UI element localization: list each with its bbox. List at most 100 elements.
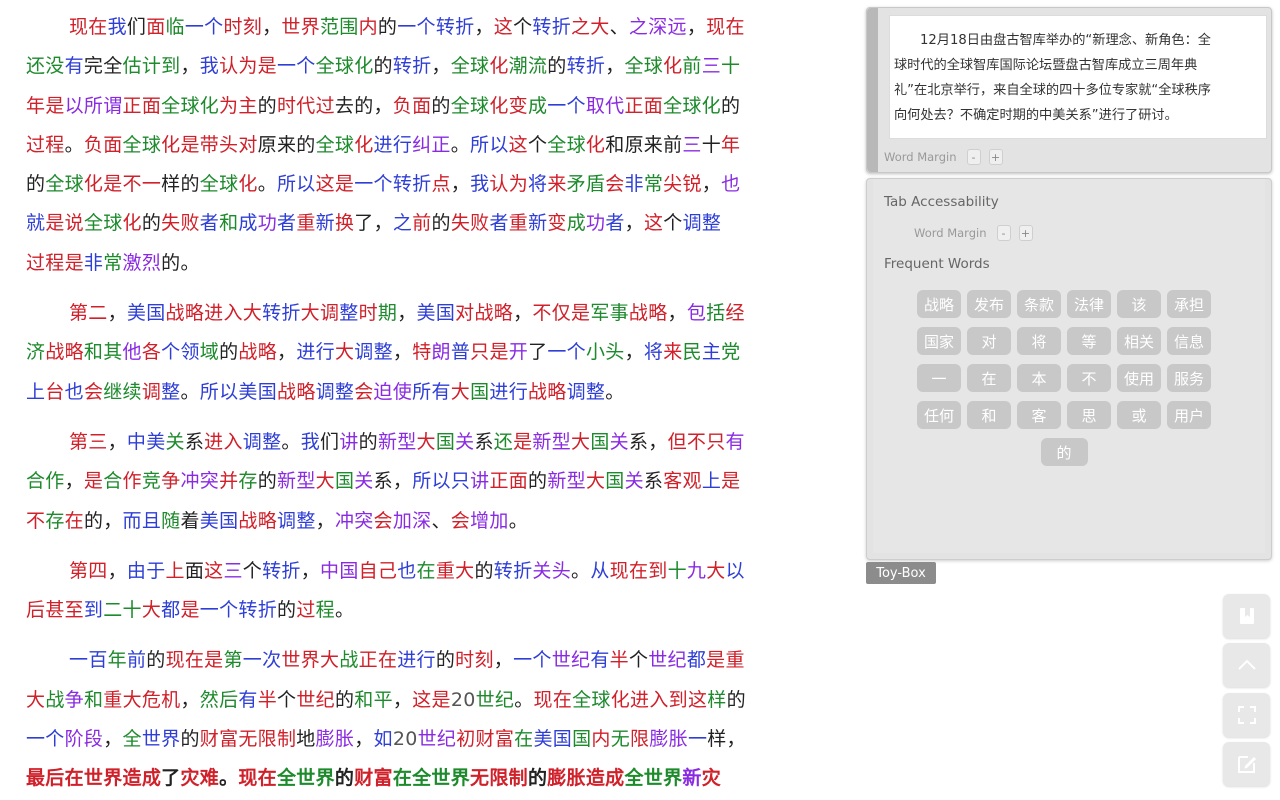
word-token: 最后 bbox=[26, 767, 65, 790]
word-token: ， bbox=[262, 16, 282, 38]
word-token: 新型 bbox=[547, 470, 586, 493]
frequent-word-chip[interactable]: 将 bbox=[1017, 327, 1061, 355]
word-token: 讲 bbox=[470, 470, 490, 493]
word-token: 制 bbox=[276, 728, 297, 751]
word-margin-increase-button[interactable]: + bbox=[988, 149, 1003, 165]
word-token: 功 bbox=[257, 212, 278, 235]
frequent-word-chip[interactable]: 在 bbox=[967, 364, 1011, 392]
frequent-word-chip[interactable]: 等 bbox=[1067, 327, 1111, 355]
article-line: 年是以所谓正面全球化为主的时代过去的，负面的全球化变成一个取代正面全球化的 bbox=[26, 87, 823, 126]
word-margin-decrease-button[interactable]: - bbox=[966, 149, 981, 165]
frequent-word-chip[interactable]: 任何 bbox=[917, 401, 961, 429]
frequent-word-chip[interactable]: 法律 bbox=[1067, 290, 1111, 318]
word-token: 全 bbox=[122, 728, 142, 751]
word-token: 二十 bbox=[103, 599, 142, 622]
word-token: 是 bbox=[431, 688, 451, 711]
word-token: 大 bbox=[585, 470, 606, 493]
frequent-word-chip[interactable]: 的 bbox=[1040, 438, 1088, 466]
frequent-word-chip[interactable]: 承担 bbox=[1167, 290, 1211, 318]
frequent-word-chip[interactable]: 客 bbox=[1017, 401, 1061, 429]
word-token: 而 bbox=[122, 509, 142, 532]
word-token: 年 bbox=[26, 94, 46, 117]
word-token: 美国 bbox=[126, 302, 166, 325]
frequent-word-chip[interactable]: 对 bbox=[967, 327, 1011, 355]
card-stripe bbox=[867, 8, 878, 172]
frequent-word-chip[interactable]: 一 bbox=[917, 364, 961, 392]
frequent-word-chip[interactable]: 用户 bbox=[1167, 401, 1211, 429]
word-token: 会 bbox=[605, 173, 625, 196]
frequent-word-chip[interactable]: 信息 bbox=[1167, 327, 1211, 355]
word-token: 现在 bbox=[165, 649, 205, 672]
frequent-word-chip[interactable]: 或 bbox=[1117, 401, 1161, 429]
word-token: 增加 bbox=[470, 509, 509, 532]
word-token: 内 bbox=[591, 728, 611, 751]
scroll-top-button[interactable] bbox=[1223, 643, 1270, 687]
word-token: 三 bbox=[682, 133, 702, 156]
word-token: 只 bbox=[706, 430, 726, 453]
word-token: 前 bbox=[126, 649, 147, 672]
toybox-tab[interactable]: Toy-Box bbox=[866, 562, 936, 584]
word-token: 开 bbox=[508, 341, 529, 364]
word-token: 化 bbox=[238, 173, 258, 196]
frequent-word-chip[interactable]: 发布 bbox=[967, 290, 1011, 318]
word-token: 转折 bbox=[392, 173, 432, 196]
word-token: 转折 bbox=[262, 559, 301, 582]
word-token: 进行 bbox=[296, 341, 335, 364]
word-token: 讲 bbox=[339, 430, 359, 453]
word-token: 在 bbox=[514, 728, 534, 751]
fullscreen-button[interactable] bbox=[1223, 693, 1270, 737]
frequent-word-chip[interactable]: 该 bbox=[1117, 290, 1161, 318]
frequent-word-chip[interactable]: 和 bbox=[967, 401, 1011, 429]
word-token: 济 bbox=[26, 341, 46, 364]
word-token: 是 bbox=[257, 55, 277, 78]
word-token: 世界 bbox=[83, 767, 123, 790]
word-token: 。 bbox=[219, 767, 239, 790]
word-token: 这 bbox=[412, 688, 432, 711]
bookmark-button[interactable] bbox=[1223, 594, 1270, 638]
frequent-word-chip[interactable]: 服务 bbox=[1167, 364, 1211, 392]
frequent-word-chip[interactable]: 思 bbox=[1067, 401, 1111, 429]
word-token: 期 bbox=[377, 302, 398, 325]
article-line: 过程是非常激烈的。 bbox=[26, 244, 823, 283]
article-line: 后甚至到二十大都是一个转折的过程。 bbox=[26, 591, 823, 630]
frequent-word-chip[interactable]: 国家 bbox=[917, 327, 961, 355]
word-token: 以所谓 bbox=[64, 94, 123, 117]
frequent-word-chip[interactable]: 不 bbox=[1067, 364, 1111, 392]
word-token: 调整 bbox=[242, 430, 282, 453]
frequent-word-chip[interactable]: 相关 bbox=[1117, 327, 1161, 355]
word-token: ， bbox=[180, 55, 200, 78]
word-token: 初 bbox=[456, 728, 476, 751]
word-token: 的 bbox=[334, 688, 355, 711]
word-token: 矛盾 bbox=[566, 173, 606, 196]
word-token: 还没 bbox=[26, 55, 65, 78]
word-token: 半 bbox=[609, 649, 629, 672]
word-margin-decrease-button[interactable]: - bbox=[996, 225, 1011, 241]
frequent-word-chip[interactable]: 本 bbox=[1017, 364, 1061, 392]
frequent-word-chip[interactable]: 战略 bbox=[917, 290, 961, 318]
word-token: 美国 bbox=[416, 302, 456, 325]
edit-button[interactable] bbox=[1223, 742, 1270, 786]
word-token: 的 bbox=[431, 212, 451, 235]
word-token: 膨胀 bbox=[315, 728, 355, 751]
word-token: ， bbox=[397, 302, 417, 325]
frequent-word-chip[interactable]: 使用 bbox=[1117, 364, 1161, 392]
word-token: 重 bbox=[725, 649, 745, 672]
word-token: 我 bbox=[107, 16, 127, 38]
word-token: 是 bbox=[83, 470, 104, 493]
word-token: 朗 bbox=[431, 341, 451, 364]
word-token: 新 bbox=[528, 212, 548, 235]
word-token: 会 bbox=[83, 380, 104, 403]
word-token: 的 bbox=[373, 55, 393, 78]
word-token: 常 bbox=[103, 251, 123, 274]
word-token: ， bbox=[474, 16, 494, 38]
word-token: 的 bbox=[296, 133, 316, 156]
word-token: 的， bbox=[83, 509, 123, 532]
word-token: 的。 bbox=[161, 251, 200, 274]
word-token: 系 bbox=[184, 430, 205, 453]
word-token: 中国 bbox=[320, 559, 359, 582]
word-margin-increase-button[interactable]: + bbox=[1018, 225, 1033, 241]
frequent-words-row: 国家对将等相关 信息 bbox=[914, 327, 1214, 355]
frequent-word-chip[interactable]: 条款 bbox=[1017, 290, 1061, 318]
word-token: 、 bbox=[431, 509, 451, 532]
word-token: 个 bbox=[161, 341, 181, 364]
